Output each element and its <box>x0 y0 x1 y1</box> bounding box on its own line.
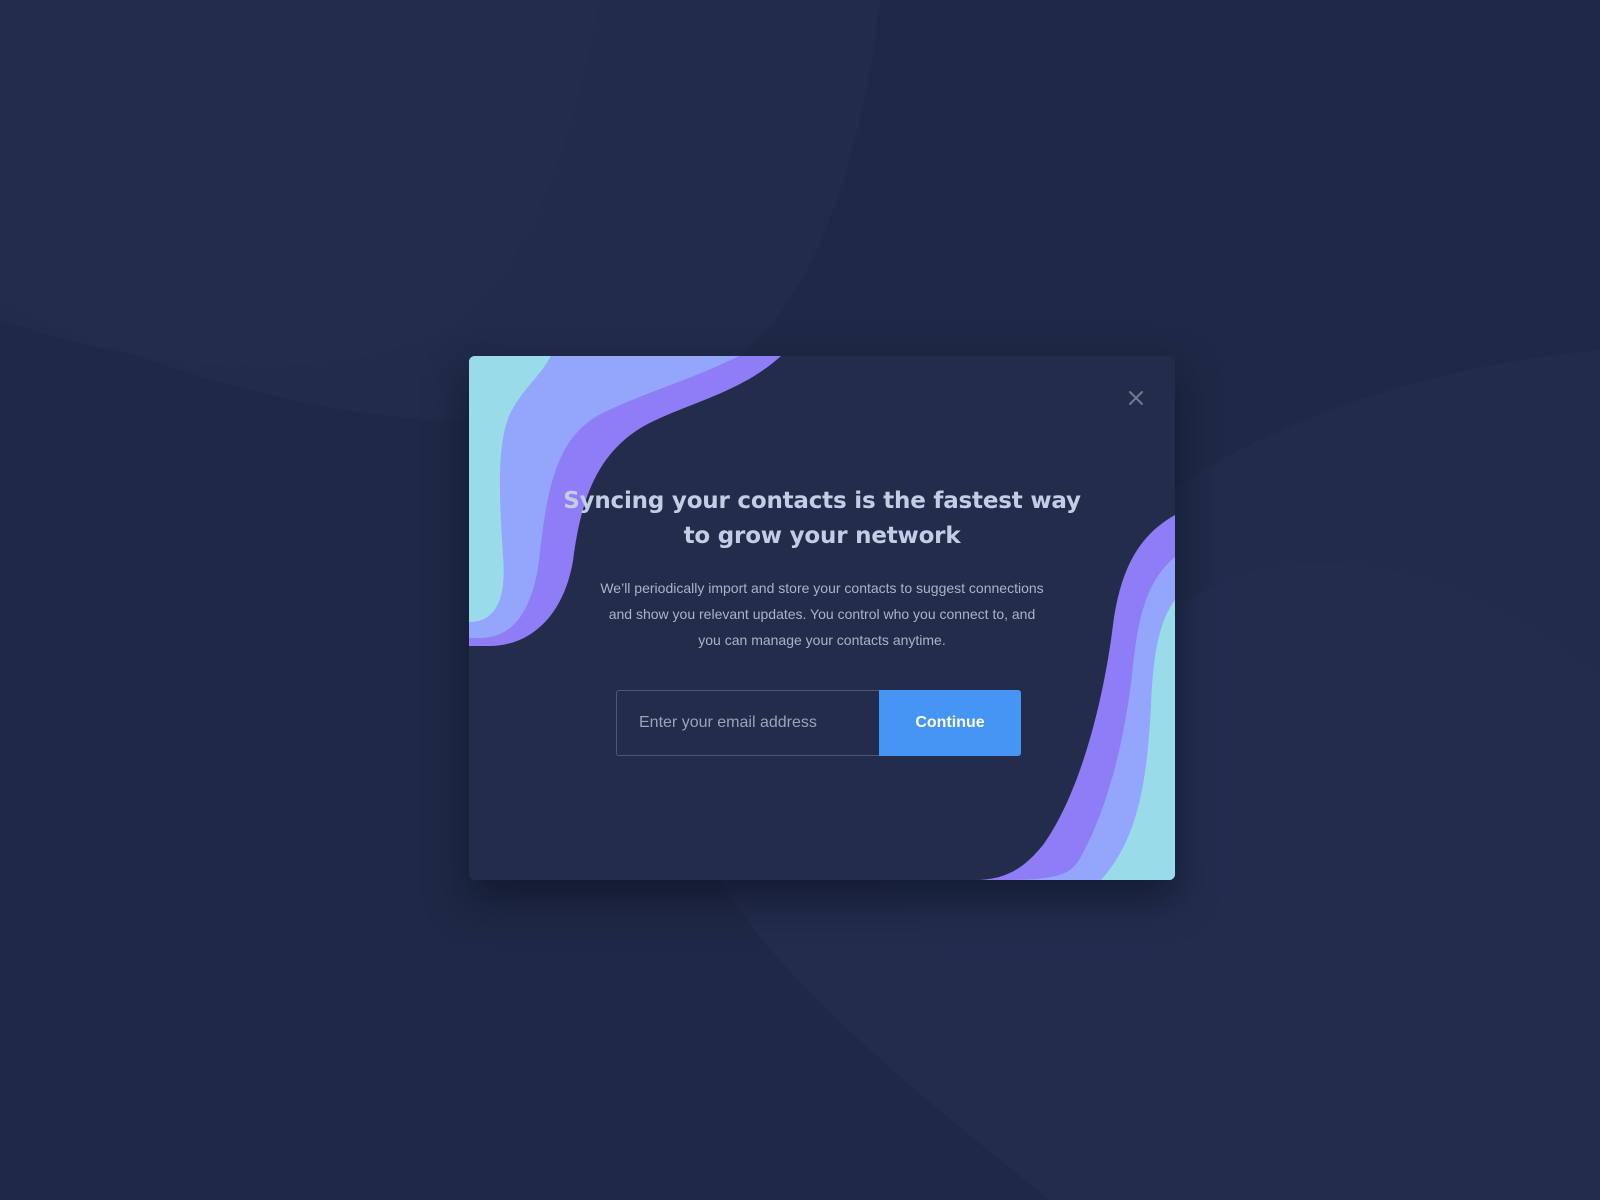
close-button[interactable] <box>1124 386 1148 410</box>
continue-button[interactable]: Continue <box>879 690 1021 756</box>
close-icon <box>1129 391 1143 405</box>
email-form: Continue <box>616 690 1021 756</box>
sync-contacts-modal: Syncing your contacts is the fastest way… <box>469 356 1175 880</box>
email-input[interactable] <box>616 690 879 756</box>
modal-description: We’ll periodically import and store your… <box>600 580 1044 648</box>
modal-title: Syncing your contacts is the fastest way… <box>563 488 1081 549</box>
